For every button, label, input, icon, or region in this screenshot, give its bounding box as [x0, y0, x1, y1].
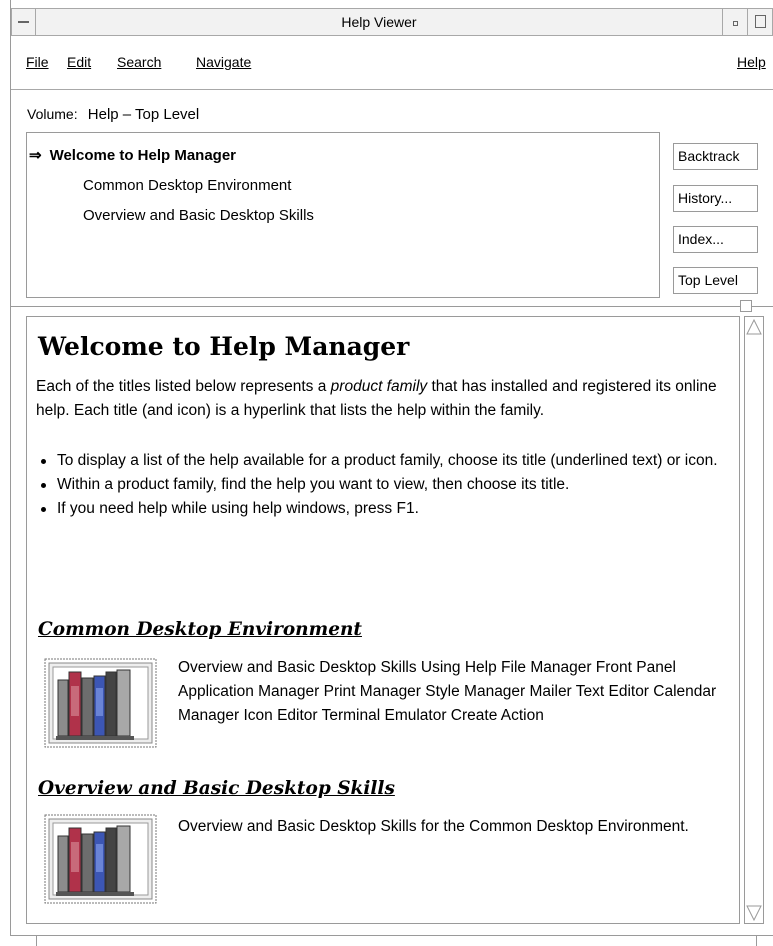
scroll-up-arrow-icon[interactable] — [746, 318, 762, 336]
window-frame-tick — [756, 935, 757, 946]
menu-file-label: File — [26, 54, 49, 70]
menu-edit-label: Edit — [67, 54, 92, 70]
pane-sash-handle[interactable] — [740, 300, 752, 312]
menu-help[interactable]: Help — [737, 53, 766, 71]
bullet-text: If you need help while using help window… — [57, 500, 419, 517]
current-topic-arrow-icon: ⇒ — [29, 147, 42, 164]
help-viewer-window: Help Viewer File Edit Search Navigate He… — [0, 0, 773, 946]
window-frame-left — [10, 0, 11, 935]
list-item: If you need help while using help window… — [36, 497, 736, 521]
content-scrollbar[interactable] — [744, 316, 764, 924]
bullet-text: Within a product family, find the help y… — [57, 476, 570, 493]
topic-label: Welcome to Help Manager — [49, 147, 237, 164]
minimize-icon — [733, 21, 738, 26]
topic-label: Overview and Basic Desktop Skills — [83, 207, 314, 224]
menu-bar: File Edit Search Navigate Help — [11, 36, 773, 90]
maximize-icon — [755, 15, 766, 28]
intro-emphasis: product family — [330, 378, 428, 395]
window-frame-tick — [36, 935, 37, 946]
scroll-down-arrow-icon[interactable] — [746, 904, 762, 922]
help-content-pane: Welcome to Help Manager Each of the titl… — [26, 316, 740, 924]
bullet-text: To display a list of the help available … — [57, 452, 718, 469]
topic-label: Common Desktop Environment — [83, 177, 292, 194]
backtrack-button[interactable]: Backtrack — [673, 143, 758, 170]
content-intro: Each of the titles listed below represen… — [36, 375, 736, 423]
title-bar[interactable]: Help Viewer — [11, 8, 773, 36]
menu-edit[interactable]: Edit — [67, 53, 91, 71]
menu-navigate[interactable]: Navigate — [196, 53, 251, 71]
minimize-button[interactable] — [722, 9, 747, 35]
window-menu-button[interactable] — [12, 9, 36, 35]
maximize-button[interactable] — [747, 9, 772, 35]
window-title: Help Viewer — [341, 14, 417, 30]
common-desktop-description: Overview and Basic Desktop Skills Using … — [178, 659, 717, 724]
topic-item-welcome[interactable]: ⇒ Welcome to Help Manager — [29, 146, 236, 166]
content-heading: Welcome to Help Manager — [38, 332, 410, 361]
history-button[interactable]: History... — [673, 185, 758, 212]
window-frame-bottom — [10, 935, 773, 936]
menu-search-label: Search — [117, 54, 162, 70]
book-shelf-icon[interactable] — [44, 814, 157, 904]
window-menu-icon — [18, 21, 29, 23]
index-button[interactable]: Index... — [673, 226, 758, 253]
menu-help-label: Help — [737, 54, 766, 70]
instruction-list: To display a list of the help available … — [36, 449, 736, 521]
topic-item-overview-skills[interactable]: Overview and Basic Desktop Skills — [83, 206, 314, 226]
volume-label: Volume: — [27, 106, 78, 122]
menu-search[interactable]: Search — [117, 53, 161, 71]
pane-divider — [11, 306, 773, 308]
menu-file[interactable]: File — [26, 53, 49, 71]
list-item: Within a product family, find the help y… — [36, 473, 736, 497]
common-desktop-environment-link[interactable]: Common Desktop Environment — [38, 618, 362, 642]
top-level-button[interactable]: Top Level — [673, 267, 758, 294]
volume-row: Volume: Help – Top Level — [27, 104, 199, 125]
book-shelf-icon[interactable] — [44, 658, 157, 748]
intro-text: Each of the titles listed below represen… — [36, 378, 331, 395]
bullet-icon — [41, 459, 46, 464]
topic-item-common-desktop[interactable]: Common Desktop Environment — [83, 176, 291, 196]
overview-basic-skills-link[interactable]: Overview and Basic Desktop Skills — [38, 777, 395, 801]
list-item: To display a list of the help available … — [36, 449, 736, 473]
overview-skills-description: Overview and Basic Desktop Skills for th… — [178, 818, 689, 835]
bullet-icon — [41, 507, 46, 512]
bullet-icon — [41, 483, 46, 488]
topic-hierarchy-list: ⇒ Welcome to Help Manager Common Desktop … — [26, 132, 660, 298]
volume-value: Help – Top Level — [87, 106, 200, 123]
menu-navigate-label: Navigate — [196, 54, 252, 70]
